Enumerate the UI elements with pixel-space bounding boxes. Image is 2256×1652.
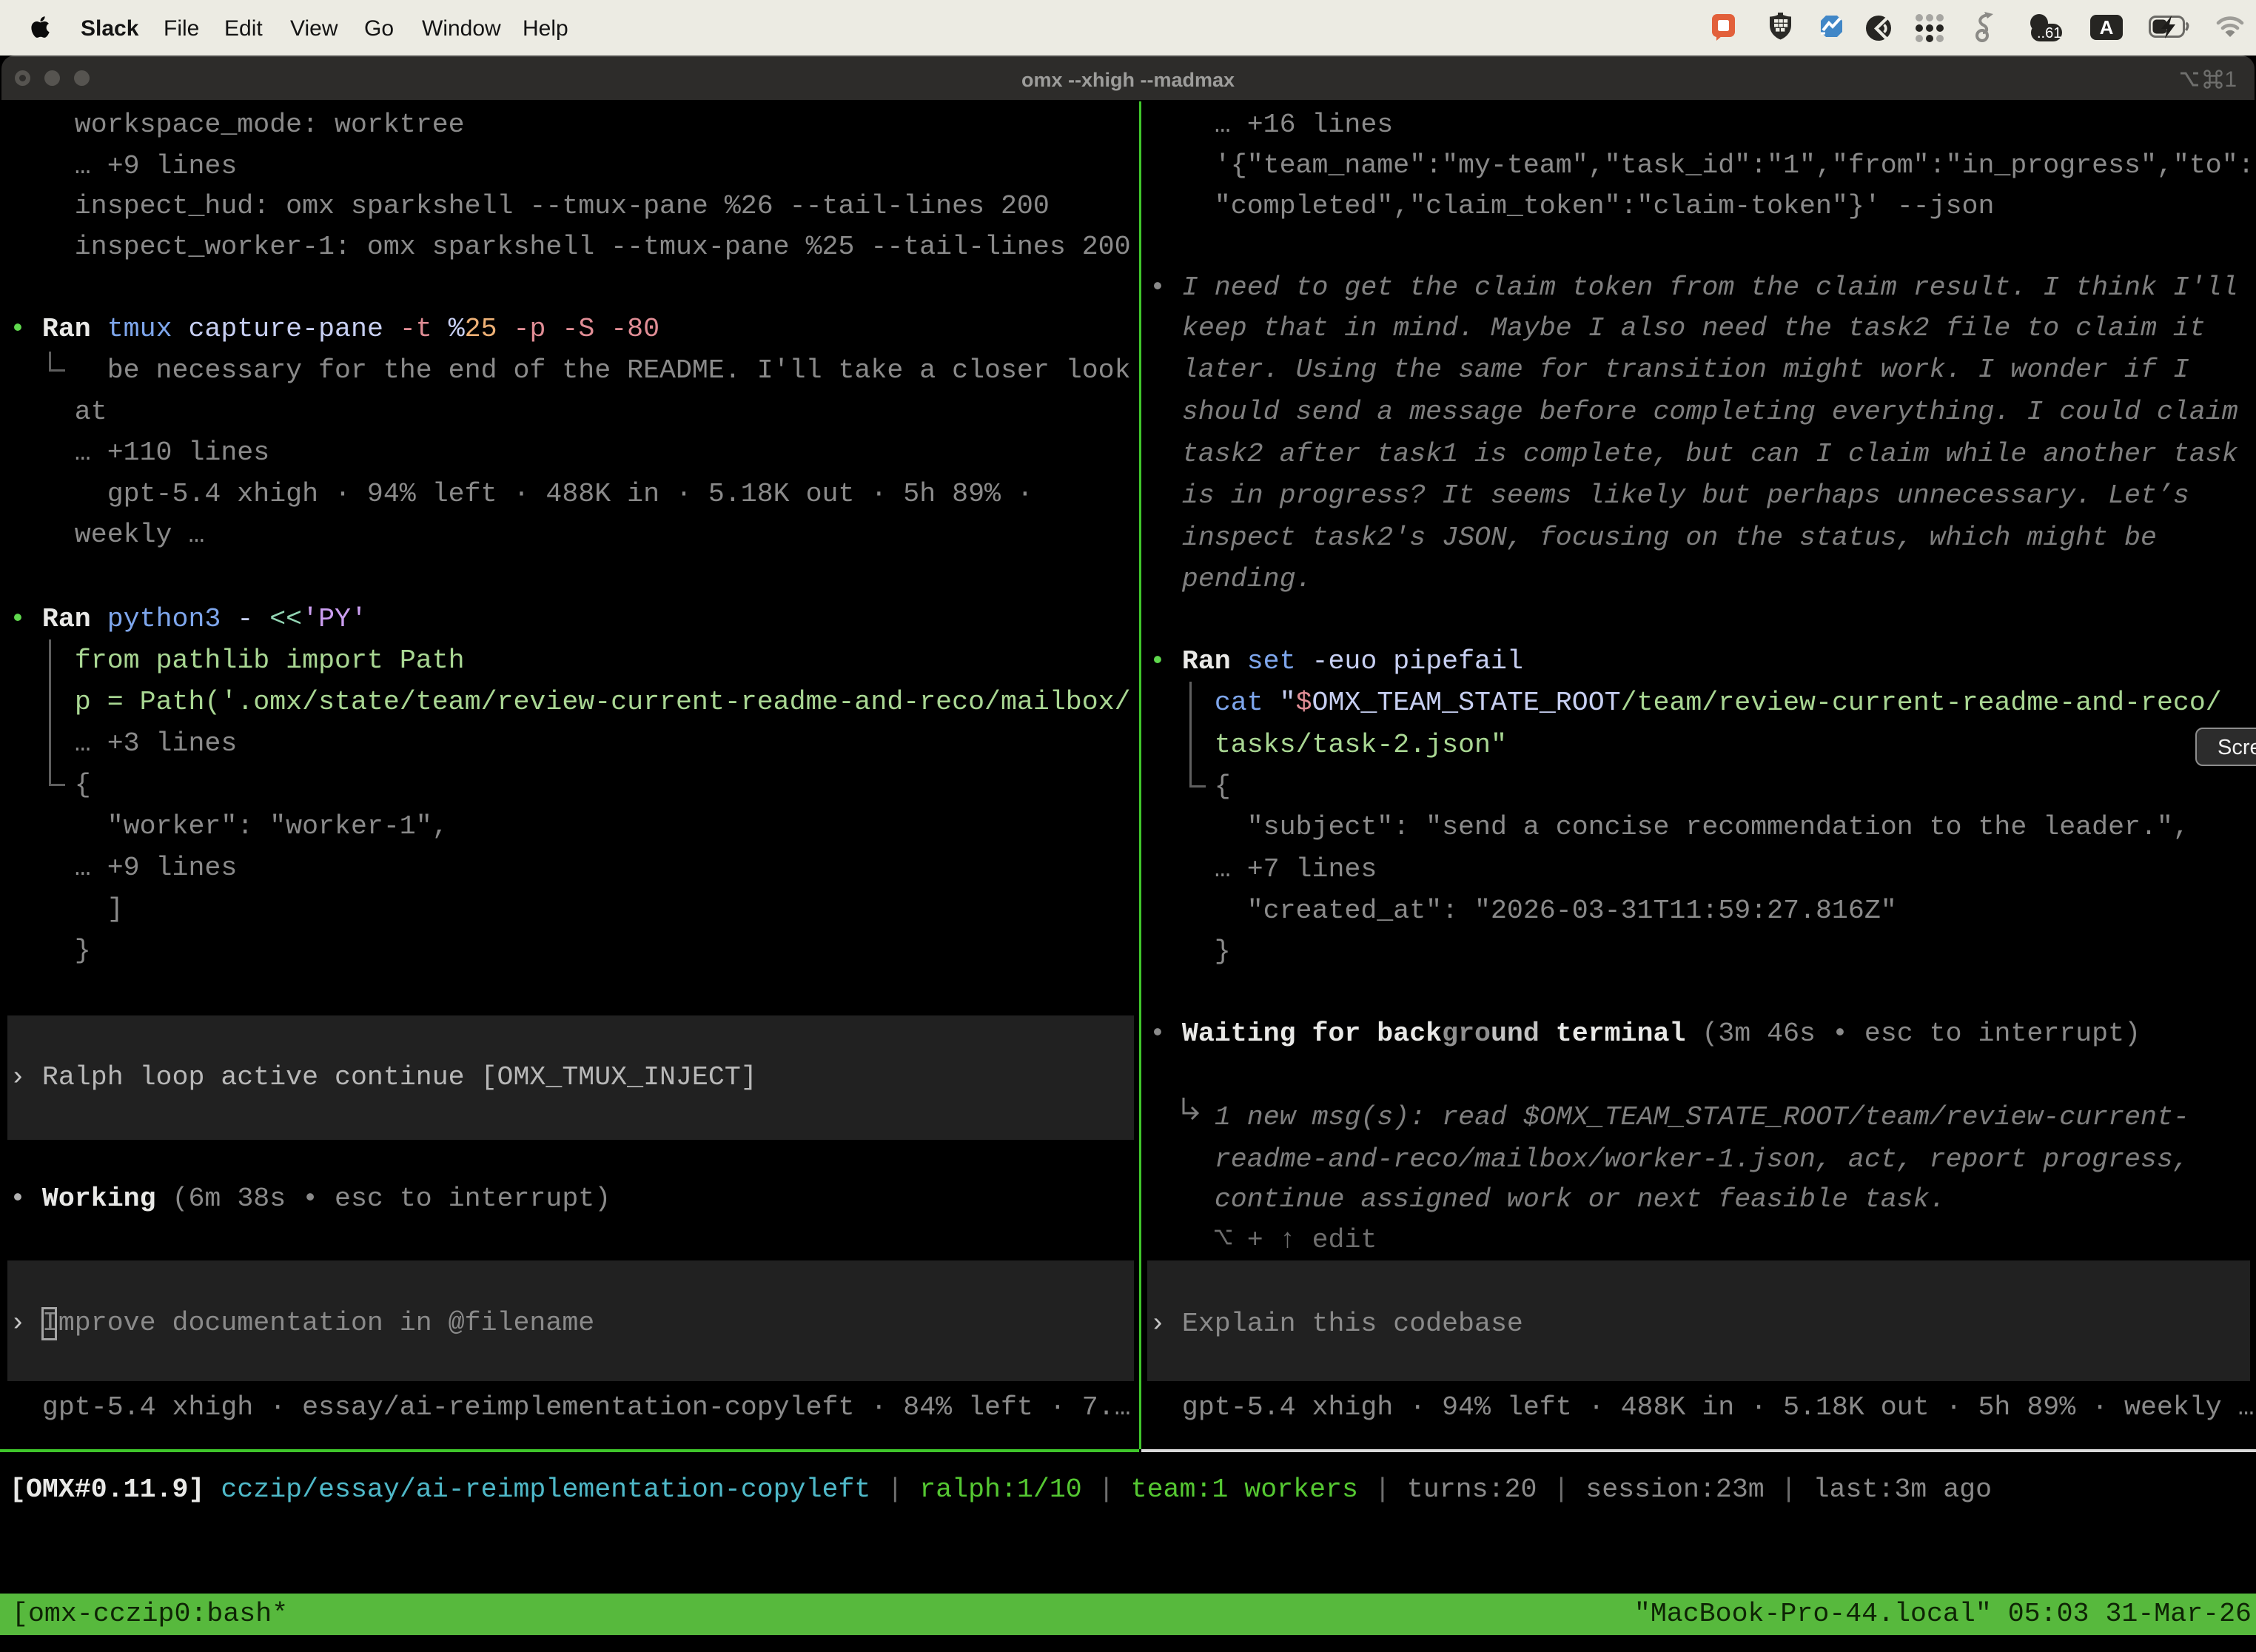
svg-text:A: A	[2100, 16, 2114, 38]
svg-text:..61: ..61	[2037, 25, 2061, 41]
